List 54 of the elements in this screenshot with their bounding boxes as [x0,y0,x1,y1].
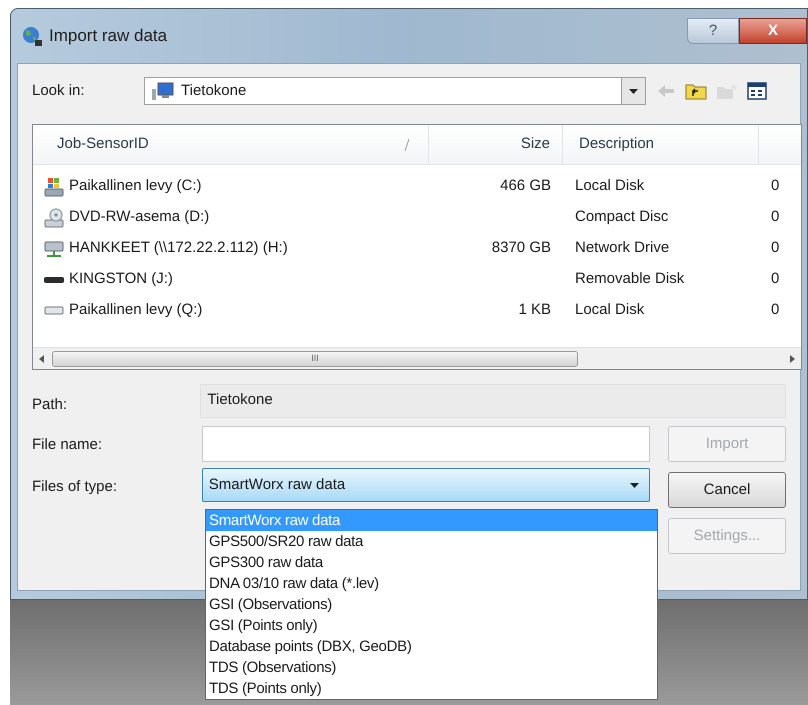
look-in-combo[interactable]: Tietokone [144,77,646,105]
file-type-option[interactable]: Database points (DBX, GeoDB) [206,636,657,657]
scroll-thumb[interactable]: III [52,350,578,366]
file-type-option[interactable]: DNA 03/10 raw data (*.lev) [206,573,657,594]
look-in-label: Look in: [32,80,86,101]
size-cell-text: 1 KB [518,300,551,320]
table-cell: 0 [771,270,780,288]
size-cell-text: 466 GB [500,176,551,196]
window-title: Import raw data [49,25,168,47]
file-type-option[interactable]: GSI (Points only) [206,615,657,636]
globe-icon [21,24,43,47]
description-cell: Removable Disk [575,270,684,288]
table-cell: 0 [771,208,780,226]
scroll-right-icon[interactable] [790,354,795,362]
dropdown-arrow-icon [630,482,639,488]
path-field: Tietokone [200,384,786,418]
table-cell: 0 [771,177,780,194]
file-type-option[interactable]: GPS500/SR20 raw data [206,531,657,552]
path-label: Path: [32,395,68,415]
computer-icon [151,81,175,101]
drive-name[interactable]: Paikallinen levy (C:) [69,175,202,198]
table-cell: 0 [771,301,780,318]
column-header[interactable]: Description [563,125,759,164]
drive-icon [43,176,65,198]
scroll-left-icon[interactable] [39,354,44,362]
drive-name[interactable]: HANKKEET (\\172.22.2.112) (H:) [69,237,288,260]
description-cell: Local Disk [575,301,644,318]
file-type-option[interactable]: TDS (Points only) [206,678,657,699]
description-cell: Network Drive [575,239,670,256]
column-header[interactable]: Job-SensorID [33,125,429,164]
drive-name[interactable]: KINGSTON (J:) [69,268,173,291]
table-cell: 0 [771,239,780,256]
help-button[interactable]: ? [687,18,739,44]
dialog-button[interactable]: Cancel [668,472,786,508]
drive-name[interactable]: Paikallinen levy (Q:) [69,299,202,322]
sort-icon [404,138,410,150]
file-name-label: File name: [32,435,104,455]
file-type-combo[interactable]: SmartWorx raw data [202,468,650,502]
file-type-option[interactable]: GPS300 raw data [206,552,657,573]
horizontal-scrollbar[interactable]: III [33,347,801,369]
column-header[interactable]: Size [429,125,563,164]
drive-icon [44,306,64,315]
usb-drive-icon [44,276,64,282]
file-name-field[interactable] [202,426,650,462]
size-cell-text: 8370 GB [492,238,551,258]
description-cell: Compact Disc [575,208,668,226]
drive-name[interactable]: DVD-RW-asema (D:) [69,206,210,229]
description-cell: Local Disk [575,177,644,194]
view-menu-icon[interactable] [747,82,767,100]
folder-up-icon[interactable] [685,82,707,100]
file-type-option[interactable]: GSI (Observations) [206,594,657,615]
file-type-option[interactable]: TDS (Observations) [206,657,657,678]
files-of-type-label: Files of type: [32,477,118,497]
disc-drive-icon [43,206,65,228]
